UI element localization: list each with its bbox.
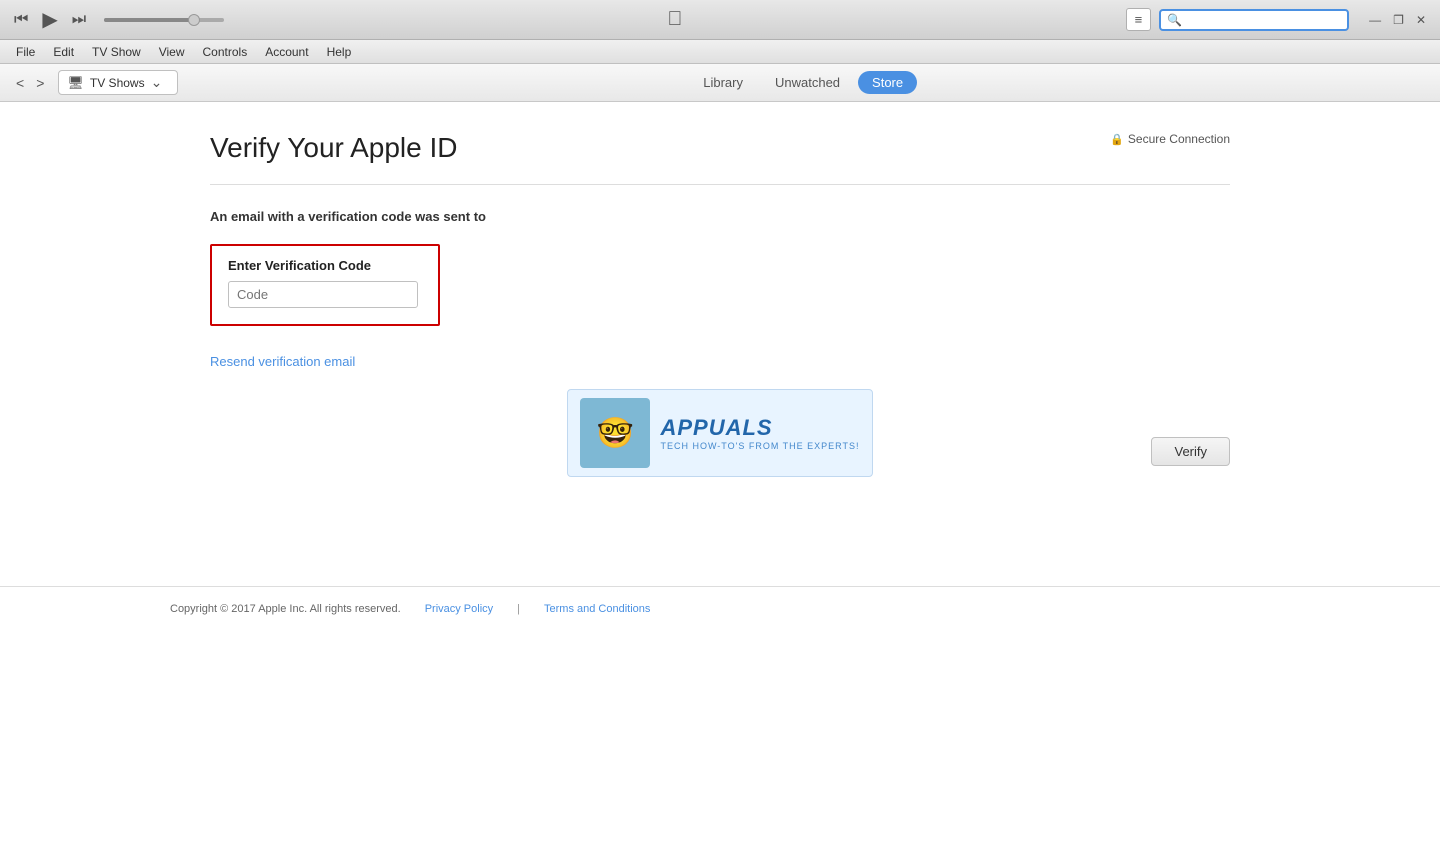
privacy-policy-link[interactable]: Privacy Policy [425,603,493,615]
footer: Copyright © 2017 Apple Inc. All rights r… [0,586,1440,631]
close-button[interactable]: ✕ [1412,11,1430,29]
appuals-badge: 🤓 APPUALS TECH HOW-TO'S FROM THE EXPERTS… [567,389,872,477]
secure-connection: 🔒 Secure Connection [1110,132,1230,146]
menubar: File Edit TV Show View Controls Account … [0,40,1440,64]
search-icon: 🔍 [1167,13,1182,27]
titlebar: ⏮ ▶ ⏭  ≡ 🔍 — ❐ ✕ [0,0,1440,40]
apple-logo-icon:  [667,8,682,31]
navbar: < > 🖥 TV Shows ⌄ Library Unwatched Store [0,64,1440,102]
restore-button[interactable]: ❐ [1389,11,1408,29]
verification-box: Enter Verification Code [210,244,440,326]
transport-controls: ⏮ ▶ ⏭ [10,5,90,34]
back-button[interactable]: < [12,73,28,93]
nav-arrows: < > [12,73,48,93]
email-notice: An email with a verification code was se… [210,209,1230,224]
play-button[interactable]: ▶ [38,5,61,34]
divider [210,184,1230,185]
progress-fill [104,18,194,22]
forward-button[interactable]: > [32,73,48,93]
location-bar: 🖥 TV Shows ⌄ [58,70,178,95]
menu-item-help[interactable]: Help [319,43,360,61]
menu-item-view[interactable]: View [151,43,193,61]
prev-button[interactable]: ⏮ [10,9,32,31]
location-text: TV Shows [90,76,145,90]
appuals-text-block: APPUALS TECH HOW-TO'S FROM THE EXPERTS! [660,415,859,451]
menu-button[interactable]: ≡ [1126,8,1152,31]
tab-library[interactable]: Library [689,71,757,94]
titlebar-center:  [232,8,1117,31]
progress-thumb[interactable] [188,14,200,26]
terms-link[interactable]: Terms and Conditions [544,603,650,615]
verification-label: Enter Verification Code [228,258,422,273]
secure-connection-label: Secure Connection [1128,132,1230,146]
search-bar: 🔍 [1159,9,1349,31]
verification-code-input[interactable] [228,281,418,308]
lock-icon: 🔒 [1110,133,1124,146]
next-button[interactable]: ⏭ [68,9,90,31]
window-controls: — ❐ ✕ [1365,11,1430,29]
main-content: 🔒 Secure Connection Verify Your Apple ID… [0,102,1440,860]
menu-item-controls[interactable]: Controls [195,43,256,61]
location-dropdown-icon[interactable]: ⌄ [151,74,163,91]
content-inner: 🔒 Secure Connection Verify Your Apple ID… [170,102,1270,586]
menu-item-account[interactable]: Account [257,43,316,61]
tab-unwatched[interactable]: Unwatched [761,71,854,94]
menu-item-edit[interactable]: Edit [45,43,82,61]
resend-link[interactable]: Resend verification email [210,354,1230,369]
search-input[interactable] [1186,13,1336,27]
footer-separator: | [517,603,520,615]
footer-content: Copyright © 2017 Apple Inc. All rights r… [170,603,1270,615]
appuals-mascot-icon: 🤓 [580,398,650,468]
titlebar-right: ≡ 🔍 — ❐ ✕ [1126,8,1430,31]
tab-store[interactable]: Store [858,71,917,94]
progress-bar[interactable] [104,18,224,22]
page-title: Verify Your Apple ID [210,132,1230,164]
monitor-icon: 🖥 [67,75,84,91]
watermark-area: 🤓 APPUALS TECH HOW-TO'S FROM THE EXPERTS… [210,389,1230,477]
footer-copyright: Copyright © 2017 Apple Inc. All rights r… [170,603,401,615]
menu-item-tvshow[interactable]: TV Show [84,43,149,61]
nav-tabs: Library Unwatched Store [178,71,1428,94]
appuals-title: APPUALS [660,415,859,441]
appuals-subtitle: TECH HOW-TO'S FROM THE EXPERTS! [660,441,859,451]
menu-item-file[interactable]: File [8,43,43,61]
minimize-button[interactable]: — [1365,11,1385,29]
mascot-emoji: 🤓 [597,416,634,451]
